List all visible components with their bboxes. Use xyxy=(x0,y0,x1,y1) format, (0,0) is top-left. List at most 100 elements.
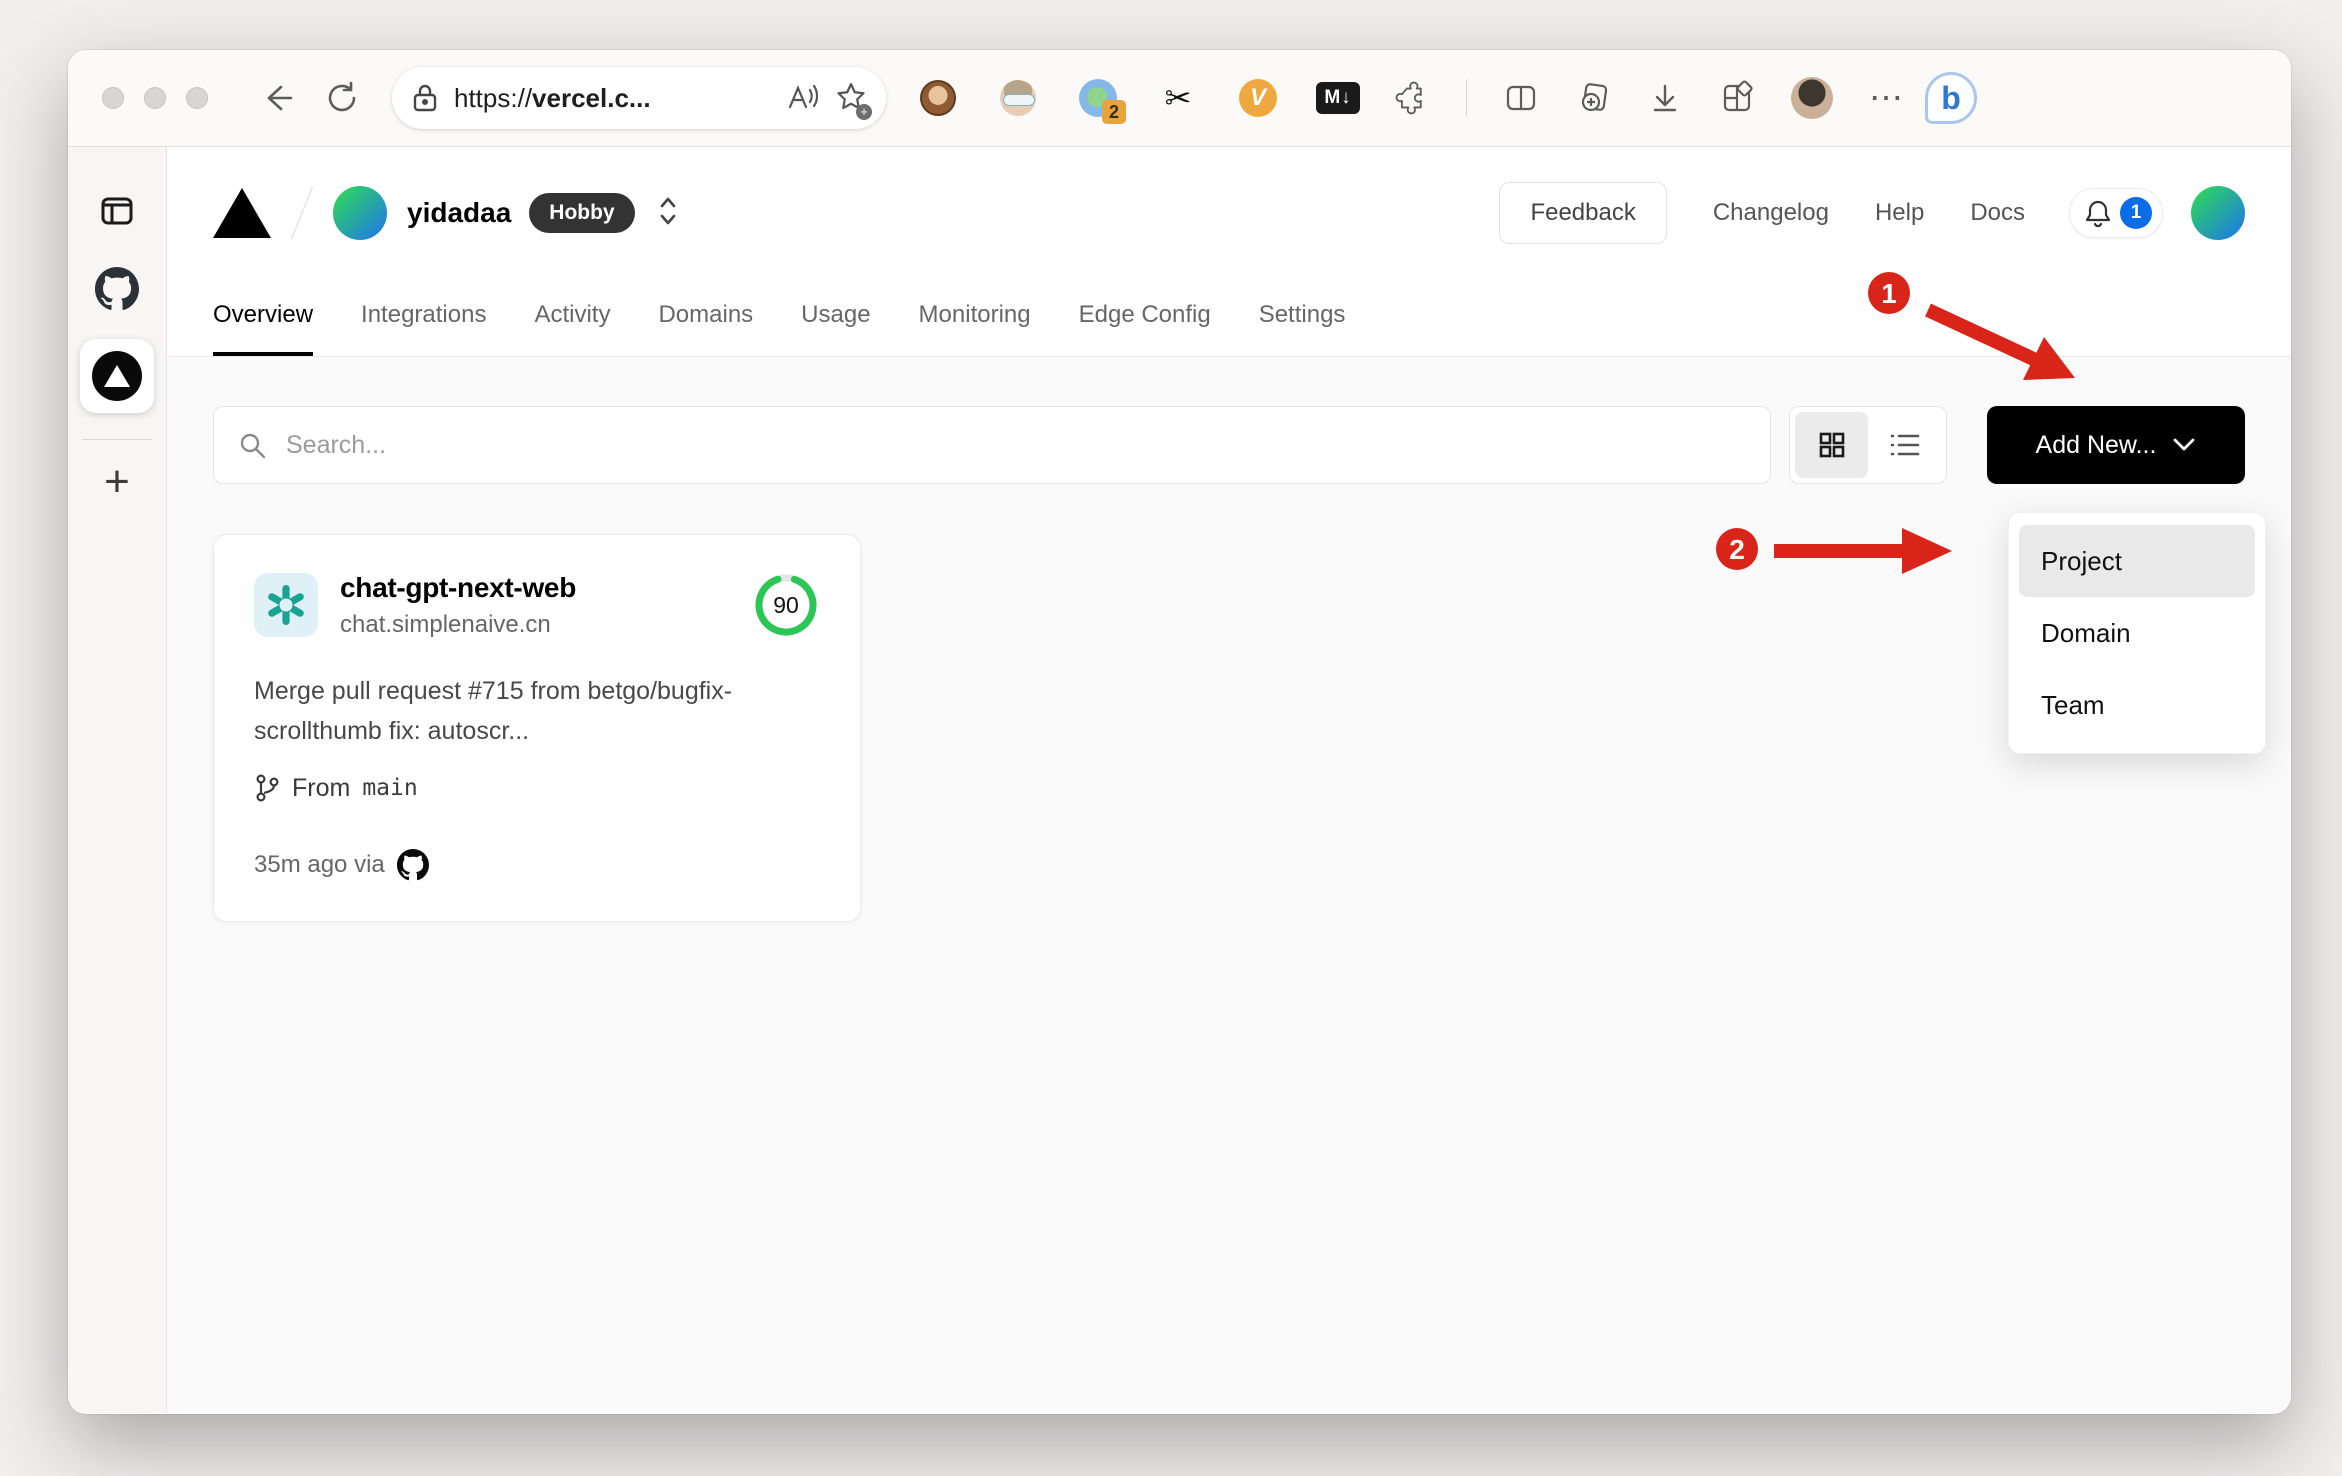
dropdown-item-domain[interactable]: Domain xyxy=(2019,597,2255,669)
lock-icon xyxy=(413,84,437,112)
tab-settings[interactable]: Settings xyxy=(1259,279,1346,356)
project-card[interactable]: chat-gpt-next-web chat.simplenaive.cn 90… xyxy=(213,534,861,922)
project-card-header: chat-gpt-next-web chat.simplenaive.cn 90 xyxy=(254,571,820,639)
team-avatar[interactable] xyxy=(333,186,387,240)
controls-row: Add New... xyxy=(213,406,2245,484)
collections-icon[interactable] xyxy=(1575,80,1611,116)
team-name[interactable]: yidadaa xyxy=(407,197,511,229)
team-switcher-button[interactable] xyxy=(657,195,679,232)
bell-icon xyxy=(2085,200,2111,228)
dashboard-content: Add New... chat-gpt-next-web chat.simple… xyxy=(167,357,2291,1413)
read-aloud-icon[interactable] xyxy=(786,83,820,113)
proxy-extension-button[interactable]: 2 xyxy=(1078,78,1126,124)
grid-view-button[interactable] xyxy=(1795,412,1868,478)
back-button[interactable] xyxy=(252,74,300,122)
url-scheme: https:// xyxy=(454,82,533,113)
markdown-icon: M↓ xyxy=(1316,82,1360,114)
tab-usage[interactable]: Usage xyxy=(801,279,870,356)
project-logo xyxy=(254,573,318,637)
toggle-sidebar-button[interactable] xyxy=(89,183,145,239)
plan-badge: Hobby xyxy=(529,193,635,233)
vimium-extension-button[interactable]: V xyxy=(1238,78,1278,118)
tab-integrations[interactable]: Integrations xyxy=(361,279,486,356)
search-input[interactable] xyxy=(213,406,1771,484)
refresh-icon xyxy=(328,81,356,112)
apps-icon[interactable] xyxy=(1719,80,1755,116)
dropdown-item-team[interactable]: Team xyxy=(2019,669,2255,741)
notifications-button[interactable]: 1 xyxy=(2069,188,2163,238)
docs-link[interactable]: Docs xyxy=(1970,199,2025,227)
sidebar-divider xyxy=(82,439,152,440)
markdown-extension-button[interactable]: M↓ xyxy=(1316,78,1360,118)
add-new-dropdown: Project Domain Team xyxy=(2008,512,2266,754)
commit-message[interactable]: Merge pull request #715 from betgo/bugfi… xyxy=(254,671,779,751)
git-branch-icon xyxy=(256,774,279,802)
url-text[interactable]: https://vercel.c... xyxy=(454,83,770,114)
feedback-button[interactable]: Feedback xyxy=(1499,182,1667,244)
deploy-meta-row: 35m ago via xyxy=(254,849,820,881)
star-plus-badge: + xyxy=(856,103,872,120)
split-screen-icon[interactable] xyxy=(1503,80,1539,116)
chevron-down-icon xyxy=(2174,438,2195,451)
dropdown-item-project[interactable]: Project xyxy=(2019,525,2255,597)
search-icon xyxy=(240,433,266,459)
persona-extension-button[interactable] xyxy=(998,78,1038,118)
maximize-window-button[interactable] xyxy=(186,87,208,109)
scissors-icon: ✂ xyxy=(1164,80,1192,116)
clipper-extension-button[interactable]: ✂ xyxy=(1158,78,1198,118)
list-view-icon xyxy=(1890,434,1919,456)
favorite-button[interactable]: + xyxy=(836,81,872,120)
branch-name[interactable]: main xyxy=(362,775,417,801)
address-bar[interactable]: https://vercel.c... + xyxy=(392,67,886,129)
url-domain: vercel.c... xyxy=(532,82,651,113)
vercel-logo-icon[interactable] xyxy=(213,188,271,238)
branch-prefix: From xyxy=(292,773,351,802)
add-new-label: Add New... xyxy=(2035,430,2157,459)
more-menu-button[interactable]: ⋯ xyxy=(1869,78,1905,118)
changelog-link[interactable]: Changelog xyxy=(1713,199,1829,227)
browser-window: https://vercel.c... + 2 ✂ V M↓ ⋯ b + yid… xyxy=(68,50,2291,1414)
user-avatar[interactable] xyxy=(2191,186,2245,240)
extension-icons: 2 ✂ V M↓ xyxy=(918,78,1360,124)
search-wrap xyxy=(213,406,1771,484)
vercel-page: yidadaa Hobby Feedback Changelog Help Do… xyxy=(167,147,2291,1413)
tab-activity[interactable]: Activity xyxy=(534,279,610,356)
grid-view-icon xyxy=(1819,432,1844,458)
project-domain[interactable]: chat.simplenaive.cn xyxy=(340,611,576,639)
desktop: { "browser": { "url_scheme": "https://",… xyxy=(0,0,2342,1476)
sidebar-add-button[interactable]: + xyxy=(104,460,130,504)
toolbar-actions: ⋯ xyxy=(1394,77,1905,119)
openai-icon xyxy=(268,585,304,625)
tampermonkey-extension-button[interactable] xyxy=(918,78,958,118)
close-window-button[interactable] xyxy=(102,87,124,109)
tab-domains[interactable]: Domains xyxy=(658,279,753,356)
tab-monitoring[interactable]: Monitoring xyxy=(919,279,1031,356)
score-value: 90 xyxy=(773,591,799,618)
breadcrumb-slash xyxy=(290,186,314,240)
tab-overview[interactable]: Overview xyxy=(213,279,314,356)
browser-profile-avatar[interactable] xyxy=(1791,77,1833,119)
lighthouse-score[interactable]: 90 xyxy=(752,571,820,639)
help-link[interactable]: Help xyxy=(1875,199,1924,227)
extension-count-badge: 2 xyxy=(1102,100,1126,124)
sidebar-panel-icon xyxy=(101,197,133,225)
vercel-header: yidadaa Hobby Feedback Changelog Help Do… xyxy=(167,147,2291,279)
sidebar-item-vercel-active[interactable] xyxy=(80,339,154,413)
deploy-time: 35m ago via xyxy=(254,851,385,878)
granny-icon xyxy=(1000,80,1036,116)
traffic-lights xyxy=(102,87,208,109)
add-new-button[interactable]: Add New... xyxy=(1987,406,2245,484)
sidebar-item-github[interactable] xyxy=(89,261,145,317)
list-view-button[interactable] xyxy=(1868,412,1941,478)
toolbar-divider xyxy=(1466,79,1467,117)
downloads-icon[interactable] xyxy=(1647,80,1683,116)
tab-edge-config[interactable]: Edge Config xyxy=(1079,279,1211,356)
bing-chat-button[interactable]: b xyxy=(1925,72,1977,124)
project-name[interactable]: chat-gpt-next-web xyxy=(340,572,576,604)
vercel-app-icon xyxy=(92,351,142,401)
extensions-puzzle-icon[interactable] xyxy=(1394,80,1430,116)
refresh-button[interactable] xyxy=(318,74,366,122)
v-icon: V xyxy=(1239,79,1277,117)
edge-sidebar: + xyxy=(68,147,167,1413)
minimize-window-button[interactable] xyxy=(144,87,166,109)
